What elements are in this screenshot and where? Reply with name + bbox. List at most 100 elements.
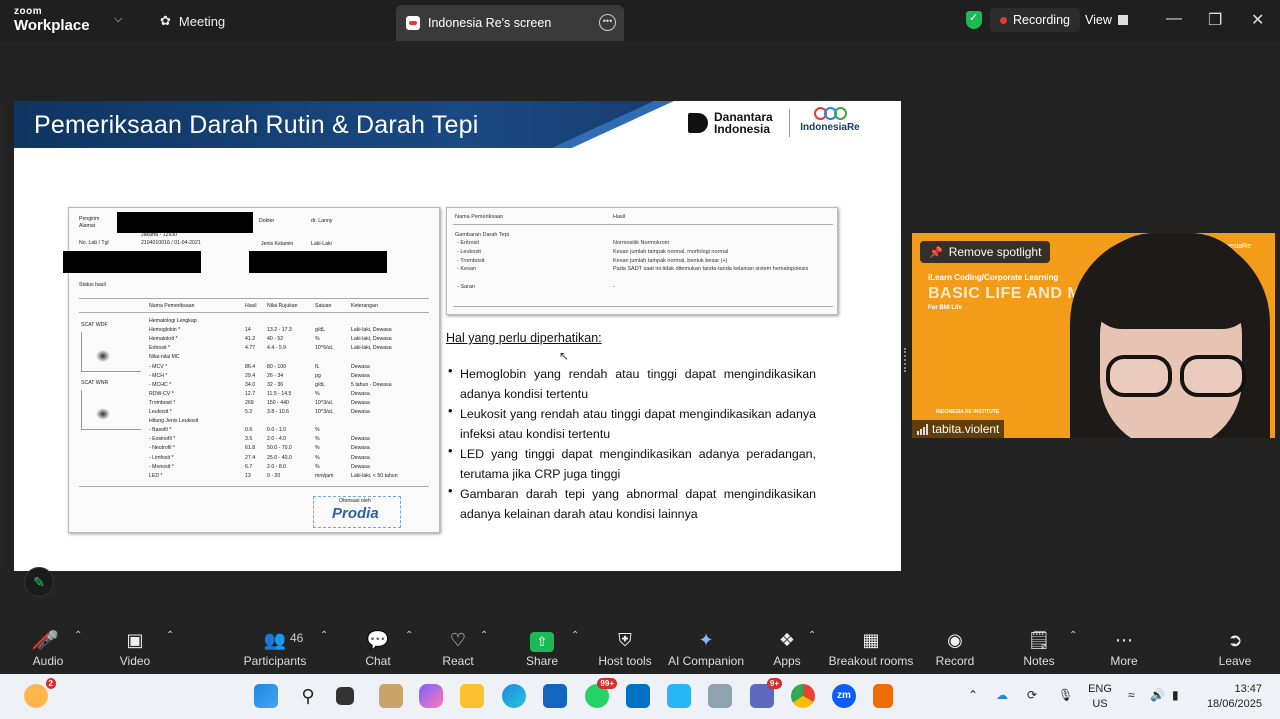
record-button[interactable]: ◉ Record [915, 628, 995, 668]
report-col-satuan: Satuan [315, 303, 332, 309]
report-cell: 269 [245, 399, 254, 406]
edge-browser-icon[interactable] [502, 684, 526, 708]
outlook-icon[interactable] [626, 684, 650, 708]
minimize-icon[interactable]: — [1166, 10, 1182, 28]
scatter-plot-wdf [81, 332, 141, 372]
danantara-logo: Danantara Indonesia [688, 111, 773, 135]
react-options-chevron-icon[interactable]: ⌃ [480, 630, 488, 641]
restore-icon[interactable]: ❐ [1208, 10, 1222, 30]
more-options-icon[interactable]: ••• [599, 14, 616, 31]
smear-cell: - Saran [457, 284, 476, 290]
report-cell: 3.5 [245, 436, 253, 443]
teams-icon[interactable]: 9+ [750, 678, 782, 708]
notes-item: LED yang tinggi dapat mengindikasikan ad… [448, 441, 816, 484]
language-indicator[interactable]: ENG US [1088, 682, 1112, 712]
apps-options-chevron-icon[interactable]: ⌃ [808, 630, 816, 641]
app-menu-chevron-down-icon[interactable]: ⌵ [114, 13, 122, 26]
audio-label: Audio [32, 654, 64, 668]
host-tools-button[interactable]: ⛨ Host tools [585, 628, 665, 668]
chat-options-chevron-icon[interactable]: ⌃ [405, 630, 413, 641]
close-icon[interactable]: ✕ [1251, 10, 1264, 30]
task-view-icon[interactable] [336, 687, 354, 705]
report-cell: Trombosit * [149, 399, 176, 406]
onedrive-cloud-icon[interactable]: ☁ [996, 688, 1008, 702]
report-cell: 25.0 - 40.0 [267, 454, 292, 461]
more-button[interactable]: ⋯ More [1084, 628, 1164, 668]
report-cell: 14 [245, 327, 251, 334]
weather-widget-icon[interactable]: 2 [24, 678, 56, 708]
start-windows-icon[interactable] [254, 684, 278, 708]
zoom-workplace-logo[interactable]: zoom Workplace [14, 7, 90, 34]
report-cell: Dewasa [351, 463, 370, 470]
participants-count: 46 [290, 631, 304, 645]
app-icon[interactable] [667, 684, 691, 708]
view-button[interactable]: View [1077, 8, 1136, 32]
tray-microphone-icon[interactable]: 🎙 [1058, 688, 1073, 702]
recording-indicator[interactable]: Recording [990, 8, 1080, 32]
blood-smear-image: Nama Pemeriksaan Hasil Gambaran Darah Te… [446, 207, 838, 315]
report-cell: mm/jam [315, 472, 334, 479]
store-icon[interactable] [543, 684, 567, 708]
meeting-tab[interactable]: ✿ Meeting [160, 6, 225, 36]
scatter-label-wnr: SCAT WNR [81, 380, 109, 386]
copilot-icon[interactable] [419, 684, 443, 708]
report-cell: 29.4 [245, 372, 256, 379]
grid-icon: ▦ [862, 630, 880, 650]
spotlight-video-tile[interactable]: IndonesiaRe iLearn Coding/Corporate Lear… [912, 233, 1275, 438]
report-cell: % [315, 445, 320, 452]
file-explorer-icon[interactable] [460, 684, 484, 708]
volume-icon[interactable]: 🔊 [1150, 688, 1165, 702]
participant-name: tabita.violent [932, 422, 1000, 436]
clock[interactable]: 13:47 18/06/2025 [1204, 682, 1262, 712]
show-hidden-icons-chevron-icon[interactable]: ⌃ [968, 688, 978, 702]
react-label: React [442, 654, 474, 668]
report-cell: 10^6/uL [315, 345, 334, 352]
encryption-shield-icon[interactable] [966, 11, 982, 29]
report-cell: 4.77 [245, 345, 256, 352]
app-icon[interactable] [708, 684, 732, 708]
chrome-icon[interactable] [791, 684, 815, 708]
report-status-label: Status hasil [79, 282, 106, 288]
notes-options-chevron-icon[interactable]: ⌃ [1069, 630, 1077, 641]
report-cell: Dewasa [351, 409, 370, 415]
smear-group: Gambaran Darah Tepi [455, 232, 510, 238]
host-tools-label: Host tools [598, 654, 652, 668]
report-cell: 2.0 - 4.0 [267, 436, 287, 443]
zoom-app-icon[interactable]: zm [832, 684, 856, 708]
ai-companion-button[interactable]: ✦ AI Companion [661, 628, 751, 668]
elo-app-icon[interactable] [379, 684, 403, 708]
report-cell: 86.4 [245, 363, 256, 370]
annotate-pen-icon[interactable]: ✎ [24, 567, 54, 597]
breakout-rooms-button[interactable]: ▦ Breakout rooms [826, 628, 916, 668]
participants-label: Participants [243, 654, 307, 668]
report-cell: Hematokrit * [149, 336, 178, 343]
report-cell: 80 - 100 [267, 363, 287, 370]
audio-options-chevron-icon[interactable]: ⌃ [74, 630, 82, 641]
notes-icon: 🗒 [1027, 630, 1051, 650]
battery-icon[interactable]: ▮ [1172, 688, 1179, 702]
snipping-tool-icon[interactable] [873, 684, 893, 708]
remove-spotlight-button[interactable]: 📌 Remove spotlight [920, 241, 1051, 263]
report-cell: 13 [245, 472, 251, 479]
report-cell: 61.8 [245, 445, 256, 452]
share-button[interactable]: ⇧ Share [502, 628, 582, 668]
video-button[interactable]: ▣ Video [95, 628, 175, 668]
whatsapp-icon[interactable]: 99+ [585, 678, 617, 708]
sync-icon[interactable]: ⟳ [1027, 688, 1037, 702]
search-icon[interactable]: ⚲ [296, 684, 320, 708]
report-col-nama: Nama Pemeriksaan [149, 303, 195, 309]
share-options-chevron-icon[interactable]: ⌃ [571, 630, 579, 641]
wifi-icon[interactable]: ≈ [1128, 688, 1135, 702]
report-cell: 27.4 [245, 454, 256, 461]
report-dokter-label: Dokter [259, 218, 275, 224]
video-options-chevron-icon[interactable]: ⌃ [166, 630, 174, 641]
participants-options-chevron-icon[interactable]: ⌃ [320, 630, 328, 641]
panel-resize-handle[interactable] [904, 348, 906, 372]
report-cell: 0 - 20 [267, 472, 281, 479]
clock-date: 18/06/2025 [1206, 698, 1262, 710]
notes-button[interactable]: 🗒 Notes [999, 628, 1079, 668]
screen-share-tab[interactable]: Indonesia Re's screen ••• [396, 5, 624, 41]
indonesia-re-logo: IndonesiaRe [800, 107, 860, 133]
leave-button[interactable]: ➲ Leave [1195, 628, 1275, 668]
report-cell: Laki-laki, < 50 tahun [351, 472, 398, 479]
